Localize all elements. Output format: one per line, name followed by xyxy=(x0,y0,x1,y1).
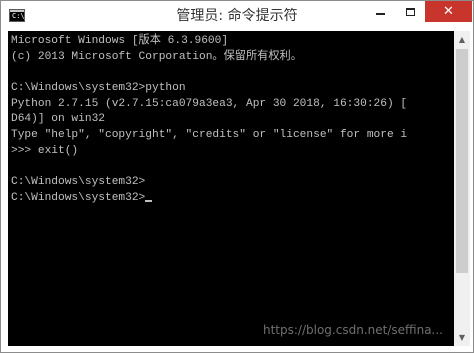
maximize-button[interactable] xyxy=(395,1,425,22)
minimize-button[interactable] xyxy=(365,1,395,22)
console-line: >>> exit() xyxy=(11,144,79,157)
cmd-window: C:\_ 管理员: 命令提示符 ✕ Microsoft Windows [版本 … xyxy=(0,0,474,353)
console-line: C:\Windows\system32>python xyxy=(11,82,186,95)
maximize-icon xyxy=(405,7,415,16)
scroll-up-arrow-icon[interactable]: ▲ xyxy=(454,31,470,48)
console-line: Python 2.7.15 (v2.7.15:ca079a3ea3, Apr 3… xyxy=(11,97,408,110)
console-line: Type "help", "copyright", "credits" or "… xyxy=(11,129,408,142)
close-icon: ✕ xyxy=(443,4,454,19)
console-prompt: C:\Windows\system32> xyxy=(11,191,146,204)
title-bar[interactable]: C:\_ 管理员: 命令提示符 ✕ xyxy=(1,1,473,31)
text-cursor xyxy=(145,199,153,202)
minimize-icon xyxy=(375,12,385,15)
console-line: D64)] on win32 xyxy=(11,113,105,126)
console-prompt-line: C:\Windows\system32> xyxy=(11,191,407,207)
console-line: (c) 2013 Microsoft Corporation。保留所有权利。 xyxy=(11,50,302,63)
console-line: C:\Windows\system32> xyxy=(11,176,146,189)
scroll-down-arrow-icon[interactable]: ▼ xyxy=(454,329,470,346)
console-line: Microsoft Windows [版本 6.3.9600] xyxy=(11,35,229,47)
console-lines: Microsoft Windows [版本 6.3.9600] (c) 2013… xyxy=(11,34,407,207)
console-output[interactable]: Microsoft Windows [版本 6.3.9600] (c) 2013… xyxy=(8,31,454,346)
close-button[interactable]: ✕ xyxy=(425,1,472,22)
watermark-text: https://blog.csdn.net/seffina... xyxy=(263,323,443,337)
vertical-scrollbar[interactable]: ▲ ▼ xyxy=(454,31,470,346)
scroll-thumb[interactable] xyxy=(456,49,468,273)
